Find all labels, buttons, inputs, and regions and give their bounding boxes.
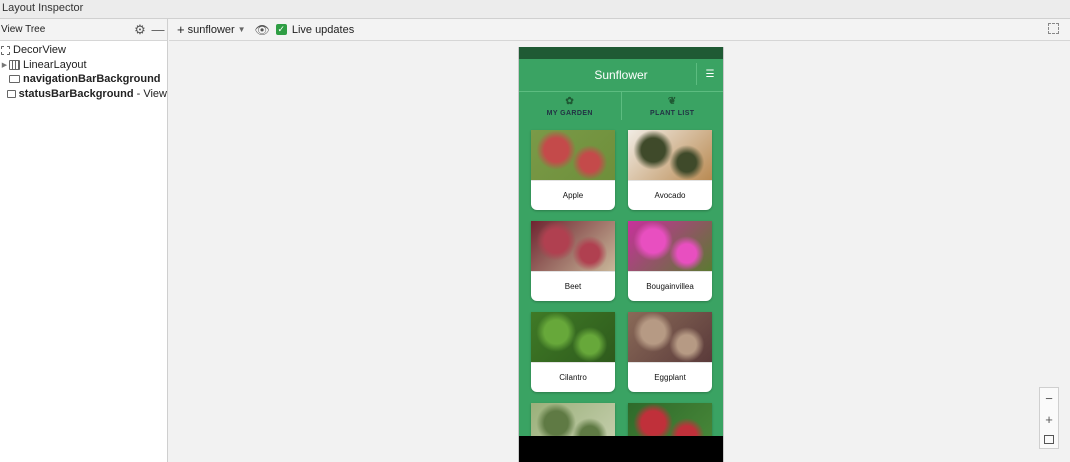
tree-node-label: DecorView (13, 44, 66, 57)
tree-node-navigationbarbackground[interactable]: navigationBarBackground (0, 72, 167, 87)
plant-name: Bougainvillea (628, 271, 712, 301)
plant-card[interactable]: Eggplant (628, 312, 712, 392)
process-label: sunflower (187, 23, 235, 36)
plant-image (531, 130, 615, 180)
view-tree-header: View Tree ⚙ — (0, 19, 167, 41)
plant-card[interactable]: Bougainvillea (628, 221, 712, 301)
status-bar[interactable] (519, 47, 723, 59)
tree-node-label: navigationBarBackground (23, 73, 161, 86)
decor-icon (1, 45, 10, 55)
sprout-icon: ❦ (667, 95, 677, 107)
linear-layout-icon (9, 59, 20, 70)
minus-icon[interactable]: — (149, 21, 167, 39)
live-updates-label: Live updates (291, 23, 355, 36)
plant-name: Avocado (628, 180, 712, 210)
view-tree: DecorView ▶ LinearLayout navigationBarBackg… (0, 41, 167, 101)
plant-image (628, 312, 712, 362)
plant-image (531, 221, 615, 271)
plant-card[interactable]: Avocado (628, 130, 712, 210)
expand-arrow-icon[interactable]: ▶ (0, 61, 9, 69)
add-icon: + (177, 22, 185, 37)
gear-icon[interactable]: ⚙ (131, 21, 149, 39)
plant-name: Apple (531, 180, 615, 210)
plant-image (628, 130, 712, 180)
expand-icon[interactable] (1048, 23, 1059, 34)
plant-image (531, 312, 615, 362)
plant-name: Eggplant (628, 362, 712, 392)
view-icon (6, 89, 16, 98)
plant-name: Beet (531, 271, 615, 301)
inspector-toolbar: + sunflower ▼ 👁 ✓ Live updates (169, 19, 1070, 41)
tree-node-label: statusBarBackground (18, 87, 134, 100)
tab-label: PLANT LIST (650, 109, 695, 117)
device-screen[interactable]: Sunflower ☰ ✿ MY GARDEN ❦ PLANT LIST App… (518, 47, 724, 462)
plant-name: Cilantro (531, 362, 615, 392)
plant-card[interactable]: Cilantro (531, 312, 615, 392)
view-icon (9, 75, 20, 84)
zoom-controls: − + (1039, 387, 1059, 449)
tab-bar: ✿ MY GARDEN ❦ PLANT LIST (519, 91, 723, 120)
navigation-bar[interactable] (519, 436, 723, 462)
fit-screen-icon[interactable] (1044, 434, 1054, 444)
chevron-down-icon: ▼ (237, 25, 246, 34)
tree-node-label: LinearLayout (23, 58, 87, 71)
tab-label: MY GARDEN (546, 109, 593, 117)
eye-icon[interactable]: 👁 (255, 23, 270, 37)
view-tree-title: View Tree (1, 24, 46, 35)
live-updates-checkbox[interactable]: ✓ (275, 24, 287, 35)
process-selector[interactable]: + sunflower ▼ (177, 22, 246, 37)
app-title: Sunflower (594, 68, 648, 82)
filter-icon[interactable]: ☰ (696, 63, 723, 85)
tree-node-decorview[interactable]: DecorView (0, 43, 167, 58)
view-tree-panel: View Tree ⚙ — DecorView ▶ LinearLayout navi… (0, 19, 168, 462)
tab-plant-list[interactable]: ❦ PLANT LIST (620, 92, 724, 120)
live-updates-toggle[interactable]: ✓ Live updates (275, 23, 355, 36)
zoom-in-button[interactable]: + (1045, 413, 1053, 426)
tree-node-suffix: - View (133, 87, 167, 100)
plant-card[interactable]: Beet (531, 221, 615, 301)
tab-my-garden[interactable]: ✿ MY GARDEN (519, 92, 621, 120)
zoom-out-button[interactable]: − (1045, 392, 1053, 405)
garden-icon: ✿ (565, 95, 575, 107)
app-bar: Sunflower ☰ (519, 59, 723, 91)
device-canvas: Sunflower ☰ ✿ MY GARDEN ❦ PLANT LIST App… (169, 42, 1070, 462)
plant-image (628, 221, 712, 271)
plant-grid: Apple Avocado Beet Bougainvillea Cilantro Egg… (519, 120, 723, 462)
tree-node-statusbarbackground[interactable]: statusBarBackground - View (0, 87, 167, 102)
plant-card[interactable]: Apple (531, 130, 615, 210)
window-title: Layout Inspector (0, 0, 1070, 19)
tree-node-linearlayout[interactable]: ▶ LinearLayout (0, 58, 167, 73)
